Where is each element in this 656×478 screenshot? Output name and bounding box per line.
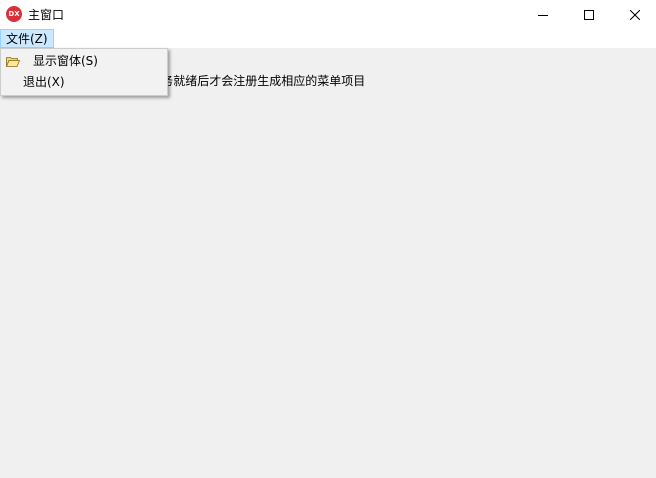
folder-open-icon [6, 57, 20, 67]
minimize-icon [538, 14, 548, 16]
maximize-button[interactable] [566, 0, 612, 29]
file-dropdown-menu: 显示窗体(S) 退出(X) [0, 48, 168, 96]
maximize-icon [584, 9, 594, 20]
menu-file[interactable]: 文件(Z) [0, 29, 54, 48]
client-area [0, 48, 656, 478]
window-title: 主窗口 [28, 8, 65, 22]
menu-bar: 文件(Z) [0, 29, 656, 48]
close-icon [630, 9, 640, 20]
menu-item-label: 显示窗体(S) [33, 54, 98, 68]
menu-item-exit[interactable]: 退出(X) [2, 72, 166, 93]
title-bar: DX 主窗口 [0, 0, 656, 29]
app-icon[interactable]: DX [6, 6, 22, 22]
menu-item-show-form[interactable]: 显示窗体(S) [2, 51, 166, 72]
menu-item-label: 退出(X) [23, 75, 65, 89]
close-button[interactable] [612, 0, 656, 29]
minimize-button[interactable] [520, 0, 566, 29]
